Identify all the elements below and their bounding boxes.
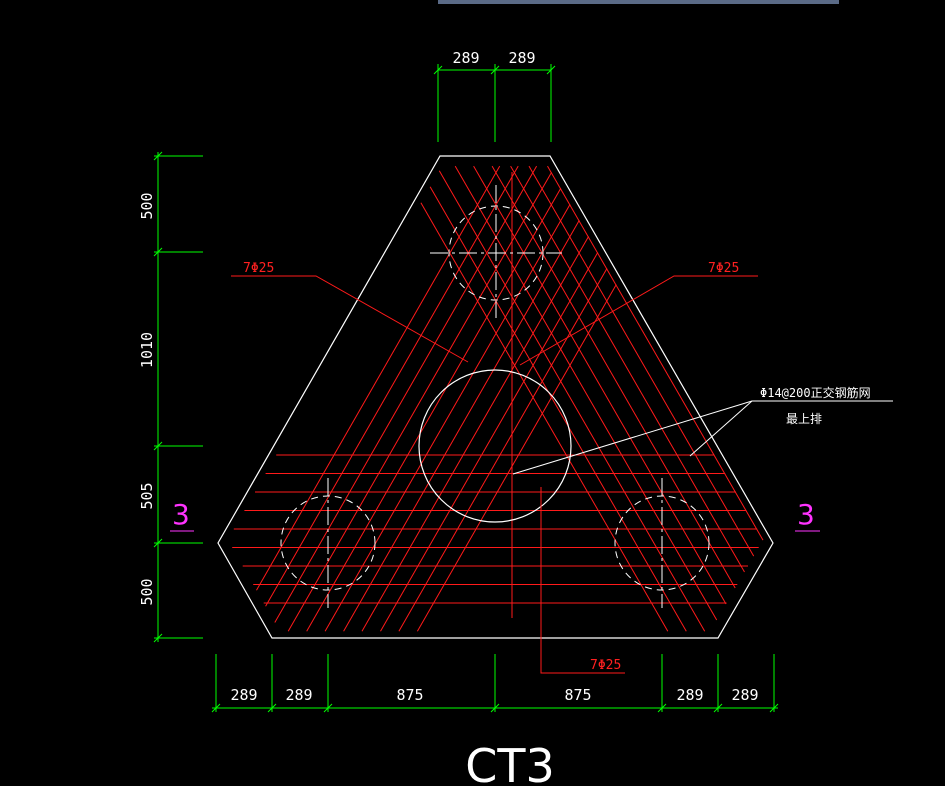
section-mark-right: 3 — [795, 498, 820, 532]
pile-right — [614, 478, 710, 608]
rebar-label-bottom: 7Φ25 — [590, 658, 621, 673]
mesh-note-line1: Φ14@200正交钢筋网 — [760, 385, 871, 400]
rebar-bar — [420, 202, 669, 632]
rebar-bar — [274, 165, 538, 623]
rebar-bar — [398, 268, 608, 632]
rebar-bar — [491, 165, 736, 589]
rebar-hatch — [232, 165, 764, 632]
dim-top-1: 289 — [452, 49, 479, 67]
dim-bottom-2: 289 — [285, 686, 312, 704]
rebar-bar — [473, 165, 727, 605]
central-column-circle — [418, 369, 572, 523]
rebar-bar — [256, 165, 501, 591]
dim-bottom-1: 289 — [230, 686, 257, 704]
rebar-bar — [265, 165, 519, 607]
svg-text:3: 3 — [797, 498, 815, 531]
rebar-bar — [547, 165, 764, 541]
rebar-bar — [324, 204, 571, 632]
dim-left-2: 1010 — [138, 332, 156, 368]
rebar-bar — [361, 236, 590, 632]
rebar-bar — [380, 252, 599, 632]
dim-bottom-6: 289 — [731, 686, 758, 704]
dim-bottom-3: 875 — [396, 686, 423, 704]
dim-top-2: 289 — [508, 49, 535, 67]
section-mark-left: 3 — [170, 498, 194, 532]
svg-text:3: 3 — [172, 498, 190, 531]
mesh-note-line2: 最上排 — [786, 412, 822, 426]
rebar-bar — [343, 220, 580, 632]
dim-left-1: 500 — [138, 192, 156, 219]
dim-left-4: 500 — [138, 578, 156, 605]
drawing-title: CT3 — [465, 739, 554, 786]
dim-left-3: 505 — [138, 482, 156, 509]
dimension-lines — [153, 64, 779, 713]
dim-bottom-5: 289 — [676, 686, 703, 704]
rebar-label-left: 7Φ25 — [243, 261, 274, 276]
pile-cap-drawing: 289 289 500 1010 505 500 289 289 875 875… — [138, 49, 893, 786]
rebar-label-right: 7Φ25 — [708, 261, 739, 276]
dim-bottom-4: 875 — [564, 686, 591, 704]
rebar-bar — [454, 165, 718, 621]
rebar-bar — [306, 187, 562, 632]
rebar-bar — [528, 165, 755, 557]
